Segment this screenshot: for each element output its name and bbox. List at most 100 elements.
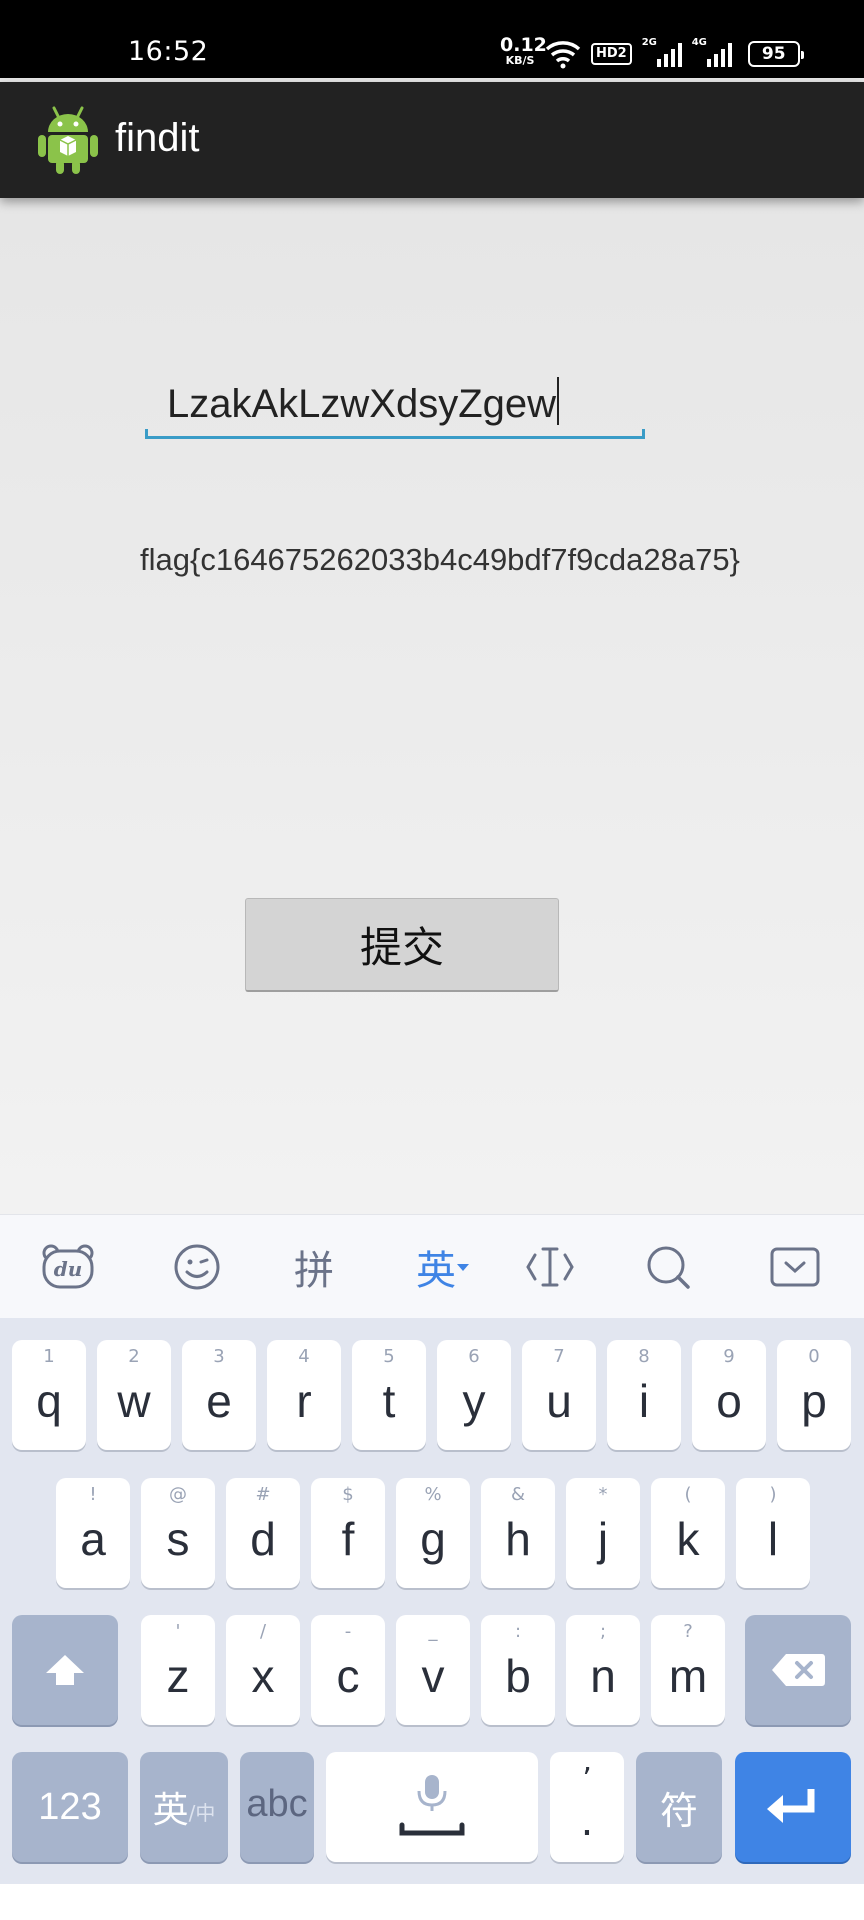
key-s[interactable]: @ s <box>141 1478 215 1588</box>
key-y[interactable]: 6y <box>437 1340 511 1450</box>
input-value: LzakAkLzwXdsyZgew <box>167 382 557 426</box>
du-bear-icon[interactable]: du <box>38 1237 98 1297</box>
key-p-symbol: 0 <box>808 1346 820 1367</box>
key-h-symbol: & <box>510 1484 526 1505</box>
key-k[interactable]: (k <box>651 1478 725 1588</box>
key-w[interactable]: 2w <box>97 1340 171 1450</box>
language-switch-label: 英 <box>152 1789 189 1830</box>
hd-voice-badge: HD2 <box>591 43 632 65</box>
key-c-symbol: - <box>344 1621 352 1642</box>
key-x[interactable]: / x <box>226 1615 300 1725</box>
svg-text:du: du <box>54 1257 83 1281</box>
key-o-symbol: 9 <box>723 1346 735 1367</box>
abc-key-label: abc <box>246 1782 308 1825</box>
key-v[interactable]: _ v <box>396 1615 470 1725</box>
enter-key[interactable] <box>735 1752 851 1862</box>
cursor-move-icon[interactable] <box>520 1237 580 1297</box>
hide-keyboard-icon[interactable] <box>765 1237 825 1297</box>
key-q-symbol: 1 <box>43 1346 55 1367</box>
key-i-symbol: 8 <box>638 1346 650 1367</box>
key-n[interactable]: ; n <box>566 1615 640 1725</box>
network-speed: 0.12 KB/S <box>500 34 547 67</box>
key-k-label: k <box>676 1513 700 1565</box>
backspace-icon <box>772 1654 825 1686</box>
search-icon[interactable] <box>638 1237 698 1297</box>
key-a-symbol: ! <box>89 1484 97 1505</box>
key-z[interactable]: ' z <box>141 1615 215 1725</box>
network-speed-value: 0.12 <box>500 34 547 56</box>
key-i-label: i <box>638 1375 650 1427</box>
status-time: 16:52 <box>128 36 209 67</box>
key-e[interactable]: 3e <box>182 1340 256 1450</box>
key-x-symbol: / <box>259 1621 267 1642</box>
key-d-symbol: # <box>255 1484 271 1505</box>
key-a-label: a <box>80 1513 106 1565</box>
key-r-label: r <box>296 1375 312 1427</box>
signal-sim1-icon: 2G <box>642 37 682 69</box>
enter-arrow-icon <box>767 1789 815 1823</box>
key-s-label: s <box>166 1513 190 1565</box>
key-j[interactable]: * j <box>566 1478 640 1588</box>
key-y-symbol: 6 <box>468 1346 480 1367</box>
network-speed-unit: KB/S <box>505 54 535 67</box>
key-t-label: t <box>382 1375 396 1427</box>
key-n-symbol: ; <box>599 1621 607 1642</box>
language-switch-sub: /中 <box>188 1800 216 1825</box>
emoji-icon[interactable] <box>167 1237 227 1297</box>
key-b-symbol: : <box>514 1621 522 1642</box>
key-m-label: m <box>668 1650 708 1702</box>
input-field-text: LzakAkLzwXdsyZgew <box>167 377 560 427</box>
submit-button[interactable]: 提交 <box>245 898 559 992</box>
key-v-label: v <box>421 1650 445 1702</box>
key-l-label: l <box>767 1513 779 1565</box>
app-title: findit <box>115 116 200 160</box>
key-g-symbol: % <box>424 1484 442 1505</box>
key-h[interactable]: & h <box>481 1478 555 1588</box>
android-app-icon <box>38 106 98 174</box>
key-k-symbol: ( <box>684 1484 692 1505</box>
key-f[interactable]: $ f <box>311 1478 385 1588</box>
punctuation-key[interactable]: ’ . <box>550 1752 624 1862</box>
pinyin-mode-button[interactable]: 拼 <box>284 1237 344 1297</box>
symbols-key[interactable]: 符 <box>636 1752 722 1862</box>
key-u-symbol: 7 <box>553 1346 565 1367</box>
key-i[interactable]: 8i <box>607 1340 681 1450</box>
numbers-key[interactable]: 123 <box>12 1752 128 1862</box>
key-o[interactable]: 9o <box>692 1340 766 1450</box>
key-d[interactable]: # d <box>226 1478 300 1588</box>
dropdown-arrow-icon <box>457 1264 469 1271</box>
key-c-label: c <box>336 1650 360 1702</box>
key-g-label: g <box>420 1513 446 1565</box>
key-u[interactable]: 7u <box>522 1340 596 1450</box>
key-c[interactable]: -c <box>311 1615 385 1725</box>
key-l[interactable]: ) l <box>736 1478 810 1588</box>
language-switch-key[interactable]: 英 /中 <box>140 1752 228 1862</box>
english-mode-button[interactable]: 英 <box>406 1237 480 1297</box>
key-g[interactable]: % g <box>396 1478 470 1588</box>
input-field[interactable]: LzakAkLzwXdsyZgew <box>145 363 645 439</box>
shift-key[interactable] <box>12 1615 118 1725</box>
key-e-symbol: 3 <box>213 1346 225 1367</box>
key-l-symbol: ) <box>769 1484 777 1505</box>
key-b[interactable]: :b <box>481 1615 555 1725</box>
abc-key[interactable]: abc <box>240 1752 314 1862</box>
key-t[interactable]: 5t <box>352 1340 426 1450</box>
key-a[interactable]: ! a <box>56 1478 130 1588</box>
battery-icon: 95 <box>747 41 804 67</box>
key-p[interactable]: 0p <box>777 1340 851 1450</box>
space-key[interactable] <box>326 1752 538 1862</box>
punctuation-key-bottom: . <box>580 1799 594 1845</box>
key-n-label: n <box>590 1650 616 1702</box>
key-w-symbol: 2 <box>128 1346 140 1367</box>
key-v-symbol: _ <box>428 1621 438 1642</box>
key-m[interactable]: ? m <box>651 1615 725 1725</box>
key-f-symbol: $ <box>342 1484 354 1505</box>
key-q[interactable]: 1q <box>12 1340 86 1450</box>
key-q-label: q <box>36 1375 62 1427</box>
backspace-key[interactable] <box>745 1615 851 1725</box>
soft-keyboard: 1q2w3e4r5t6y7u8i9o0p ! a @ s # d $ f% g & h * j(k) l … <box>0 1318 864 1884</box>
signal-sim2-icon: 4G <box>692 37 732 69</box>
key-d-label: d <box>250 1513 276 1565</box>
key-r[interactable]: 4r <box>267 1340 341 1450</box>
key-r-symbol: 4 <box>298 1346 310 1367</box>
